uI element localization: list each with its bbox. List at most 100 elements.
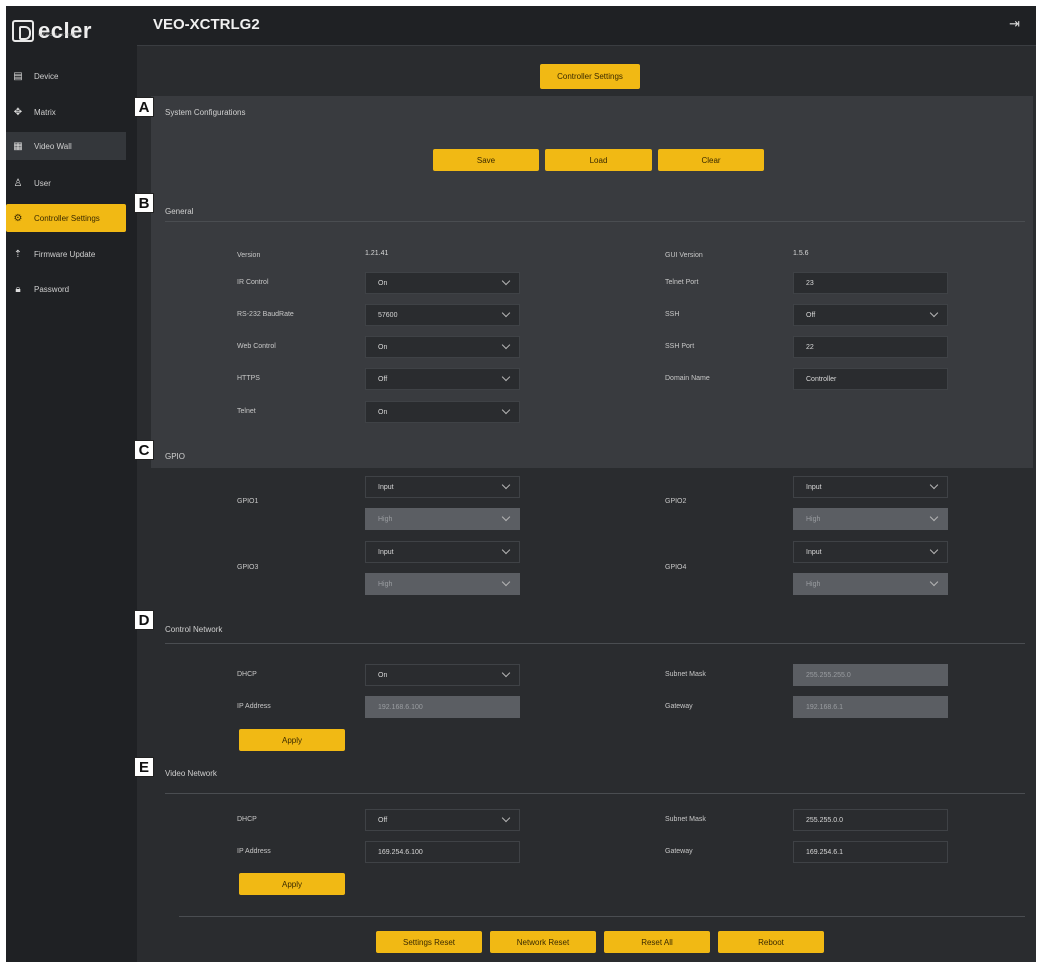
video-dhcp-label: DHCP xyxy=(237,816,257,823)
gui-version-label: GUI Version xyxy=(665,252,703,259)
gpio3-mode-select[interactable]: Input xyxy=(365,541,520,563)
gpio2-mode-select[interactable]: Input xyxy=(793,476,948,498)
sidebar-item-user[interactable]: ♙ User xyxy=(6,169,126,197)
telnet-select[interactable]: On xyxy=(365,401,520,423)
control-dhcp-label: DHCP xyxy=(237,671,257,678)
tab-controller-settings[interactable]: Controller Settings xyxy=(540,64,640,89)
chevron-down-icon xyxy=(501,545,511,555)
control-ip-input[interactable]: 192.168.6.100 xyxy=(365,696,520,718)
sidebar-item-firmware-update[interactable]: ⇡ Firmware Update xyxy=(6,240,126,268)
chevron-down-icon xyxy=(929,480,939,490)
gpio3-mode-value: Input xyxy=(378,548,394,556)
sidebar-item-label: Controller Settings xyxy=(34,213,100,223)
web-control-value: On xyxy=(378,343,388,351)
chevron-down-icon xyxy=(501,276,511,286)
domain-name-input[interactable]: Controller xyxy=(793,368,948,390)
sidebar: ecler VIDEO SYSTEMS ▤ Device ✥ Matrix ▦ … xyxy=(6,6,137,962)
gpio4-level-select[interactable]: High xyxy=(793,573,948,595)
section-title-general: General xyxy=(165,207,194,216)
callout-marker-e: E xyxy=(134,757,154,777)
sidebar-item-label: User xyxy=(34,178,51,188)
chevron-down-icon xyxy=(929,512,939,522)
reset-all-button[interactable]: Reset All xyxy=(604,931,710,953)
video-subnet-input[interactable]: 255.255.0.0 xyxy=(793,809,948,831)
chevron-down-icon xyxy=(501,668,511,678)
chevron-down-icon xyxy=(929,308,939,318)
ir-control-value: On xyxy=(378,279,388,287)
chevron-down-icon xyxy=(501,813,511,823)
video-apply-button[interactable]: Apply xyxy=(239,873,345,895)
control-apply-button[interactable]: Apply xyxy=(239,729,345,751)
section-title-video-network: Video Network xyxy=(165,769,217,778)
web-control-select[interactable]: On xyxy=(365,336,520,358)
telnet-port-label: Telnet Port xyxy=(665,279,699,286)
ssh-select[interactable]: Off xyxy=(793,304,948,326)
gui-version-value: 1.5.6 xyxy=(793,250,809,257)
videowall-icon: ▦ xyxy=(13,140,23,152)
logo-icon xyxy=(12,20,34,42)
gpio1-level-value: High xyxy=(378,515,393,523)
sidebar-item-device[interactable]: ▤ Device xyxy=(6,62,126,90)
gpio2-label: GPIO2 xyxy=(665,498,687,505)
control-dhcp-select[interactable]: On xyxy=(365,664,520,686)
control-subnet-input[interactable]: 255.255.255.0 xyxy=(793,664,948,686)
gpio4-mode-select[interactable]: Input xyxy=(793,541,948,563)
sidebar-item-label: Video Wall xyxy=(34,141,72,151)
ssh-value: Off xyxy=(806,311,816,319)
rs232-baudrate-value: 57600 xyxy=(378,311,398,319)
chevron-down-icon xyxy=(501,308,511,318)
chevron-down-icon xyxy=(501,480,511,490)
sidebar-item-controller-settings[interactable]: ⚙ Controller Settings xyxy=(6,204,126,232)
domain-name-label: Domain Name xyxy=(665,375,710,382)
control-gateway-input[interactable]: 192.168.6.1 xyxy=(793,696,948,718)
sidebar-item-video-wall[interactable]: ▦ Video Wall xyxy=(6,132,126,160)
rs232-baudrate-select[interactable]: 57600 xyxy=(365,304,520,326)
logo: ecler xyxy=(12,18,92,44)
ir-control-select[interactable]: On xyxy=(365,272,520,294)
reboot-button[interactable]: Reboot xyxy=(718,931,824,953)
gpio1-level-select[interactable]: High xyxy=(365,508,520,530)
ssh-port-label: SSH Port xyxy=(665,343,695,350)
load-button[interactable]: Load xyxy=(545,149,652,171)
control-dhcp-value: On xyxy=(378,671,388,679)
sidebar-item-matrix[interactable]: ✥ Matrix xyxy=(6,98,126,126)
section-title-gpio: GPIO xyxy=(165,452,186,461)
save-button[interactable]: Save xyxy=(433,149,539,171)
callout-marker-b: B xyxy=(134,193,154,213)
gpio1-mode-select[interactable]: Input xyxy=(365,476,520,498)
callout-marker-c: C xyxy=(134,440,154,460)
https-select[interactable]: Off xyxy=(365,368,520,390)
telnet-port-input[interactable]: 23 xyxy=(793,272,948,294)
sidebar-item-password[interactable]: 🔒︎ Password xyxy=(6,275,126,303)
network-reset-button[interactable]: Network Reset xyxy=(490,931,596,953)
control-ip-label: IP Address xyxy=(237,703,271,710)
gpio3-level-select[interactable]: High xyxy=(365,573,520,595)
sidebar-item-label: Device xyxy=(34,71,59,81)
matrix-icon: ✥ xyxy=(13,106,23,118)
gpio2-level-select[interactable]: High xyxy=(793,508,948,530)
video-ip-input[interactable]: 169.254.6.100 xyxy=(365,841,520,863)
video-gateway-label: Gateway xyxy=(665,848,693,855)
app-window: ecler VIDEO SYSTEMS ▤ Device ✥ Matrix ▦ … xyxy=(6,6,1036,962)
section-title-control-network: Control Network xyxy=(165,625,223,634)
sidebar-item-label: Firmware Update xyxy=(34,249,96,259)
ssh-port-input[interactable]: 22 xyxy=(793,336,948,358)
page-title: VEO-XCTRLG2 xyxy=(153,16,260,33)
video-dhcp-value: Off xyxy=(378,816,388,824)
main-content: Controller Settings System Configuration… xyxy=(146,46,1036,962)
sidebar-item-label: Password xyxy=(34,284,70,294)
gpio2-level-value: High xyxy=(806,515,821,523)
settings-reset-button[interactable]: Settings Reset xyxy=(376,931,482,953)
chevron-down-icon xyxy=(501,577,511,587)
gpio1-label: GPIO1 xyxy=(237,498,259,505)
chevron-down-icon xyxy=(501,405,511,415)
video-gateway-input[interactable]: 169.254.6.1 xyxy=(793,841,948,863)
video-subnet-label: Subnet Mask xyxy=(665,816,706,823)
clear-button[interactable]: Clear xyxy=(658,149,764,171)
control-gateway-label: Gateway xyxy=(665,703,693,710)
logout-icon[interactable]: ⇥ xyxy=(1009,16,1020,32)
chevron-down-icon xyxy=(501,512,511,522)
video-dhcp-select[interactable]: Off xyxy=(365,809,520,831)
gpio3-level-value: High xyxy=(378,580,393,588)
ssh-label: SSH xyxy=(665,311,680,318)
